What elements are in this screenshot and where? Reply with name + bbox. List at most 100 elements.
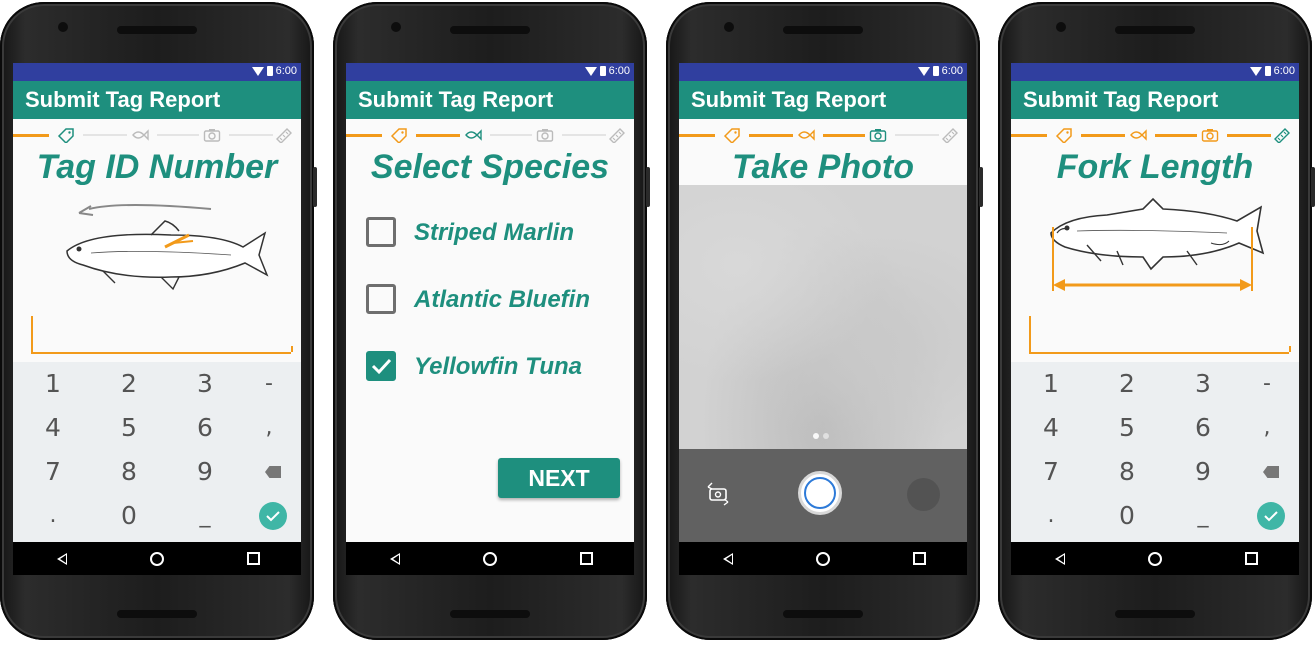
back-icon[interactable] [57,553,67,565]
ruler-icon[interactable] [941,127,959,143]
checkbox[interactable] [366,284,396,314]
backspace-icon[interactable] [265,466,281,478]
key-4[interactable]: 4 [1015,406,1087,450]
phone-fork-length: 6:00 Submit Tag Report Fork Length 1 2 3… [998,2,1315,640]
key-space[interactable]: _ [1167,494,1239,538]
key-9[interactable]: 9 [1167,450,1239,494]
key-comma[interactable]: , [1231,406,1299,450]
camera-icon[interactable] [203,127,221,143]
camera-icon[interactable] [1201,127,1219,143]
earpiece [1115,26,1195,34]
fork-length-input[interactable] [1029,316,1291,354]
phone-species: 6:00 Submit Tag Report Select Species St… [333,2,650,640]
checkbox[interactable] [366,217,396,247]
tag-id-input[interactable] [31,316,293,354]
fish-icon[interactable] [131,127,149,143]
fork-length-illustration [1050,197,1265,291]
fish-icon[interactable] [797,127,815,143]
key-comma[interactable]: , [233,406,301,450]
earpiece [450,26,530,34]
backspace-icon[interactable] [1263,466,1279,478]
photo-thumbnail[interactable] [907,478,940,511]
key-2[interactable]: 2 [93,362,165,406]
screen-photo: 6:00 Submit Tag Report Take Photo [679,63,967,575]
key-1[interactable]: 1 [17,362,89,406]
back-icon[interactable] [723,553,733,565]
front-camera [724,22,734,32]
wifi-icon [1249,67,1262,76]
earpiece [783,26,863,34]
battery-icon [1264,66,1271,76]
back-icon[interactable] [390,553,400,565]
ruler-icon[interactable] [1273,127,1291,143]
ruler-icon[interactable] [275,127,293,143]
front-camera [58,22,68,32]
fish-icon[interactable] [1129,127,1147,143]
numeric-keypad: 1 2 3 - 4 5 6 , 7 8 9 . 0 _ [13,362,301,542]
camera-icon[interactable] [536,127,554,143]
status-bar: 6:00 [1011,63,1299,81]
recents-icon[interactable] [913,552,926,565]
species-label: Striped Marlin [414,219,575,246]
ruler-icon[interactable] [608,127,626,143]
key-8[interactable]: 8 [1091,450,1163,494]
camera-viewfinder[interactable] [679,185,967,449]
key-6[interactable]: 6 [1167,406,1239,450]
tag-icon[interactable] [723,127,741,143]
recents-icon[interactable] [247,552,260,565]
step-title: Take Photo [732,148,914,186]
step-title: Fork Length [1056,148,1254,186]
done-check-icon[interactable] [1257,502,1285,530]
key-3[interactable]: 3 [1167,362,1239,406]
key-7[interactable]: 7 [1015,450,1087,494]
nav-bar [1011,542,1299,575]
key-space[interactable]: _ [169,494,241,538]
back-icon[interactable] [1055,553,1065,565]
home-icon[interactable] [1148,552,1162,566]
recents-icon[interactable] [580,552,593,565]
tag-icon[interactable] [57,127,75,143]
key-period[interactable]: . [17,494,89,538]
key-2[interactable]: 2 [1091,362,1163,406]
key-3[interactable]: 3 [169,362,241,406]
tag-icon[interactable] [1055,127,1073,143]
front-camera [1056,22,1066,32]
key-5[interactable]: 5 [1091,406,1163,450]
nav-bar [346,542,634,575]
status-bar: 6:00 [13,63,301,81]
fish-icon[interactable] [464,127,482,143]
key-minus[interactable]: - [233,362,301,406]
shutter-button[interactable] [798,471,842,515]
power-button [313,167,317,207]
species-label: Yellowfin Tuna [414,353,583,380]
switch-camera-icon[interactable] [705,481,731,507]
key-8[interactable]: 8 [93,450,165,494]
home-icon[interactable] [150,552,164,566]
key-minus[interactable]: - [1231,362,1299,406]
nav-bar [679,542,967,575]
key-period[interactable]: . [1015,494,1087,538]
fish-tag-illustration [66,204,269,291]
key-6[interactable]: 6 [169,406,241,450]
tag-icon[interactable] [390,127,408,143]
power-button [646,167,650,207]
home-icon[interactable] [816,552,830,566]
key-4[interactable]: 4 [17,406,89,450]
app-title: Submit Tag Report [346,81,634,119]
battery-icon [266,66,273,76]
phone-photo: 6:00 Submit Tag Report Take Photo [666,2,983,640]
checkbox-checked[interactable] [366,351,396,381]
recents-icon[interactable] [1245,552,1258,565]
key-0[interactable]: 0 [1091,494,1163,538]
key-9[interactable]: 9 [169,450,241,494]
key-0[interactable]: 0 [93,494,165,538]
key-7[interactable]: 7 [17,450,89,494]
numeric-keypad: 1 2 3 - 4 5 6 , 7 8 9 . 0 _ [1011,362,1299,542]
power-button [979,167,983,207]
key-5[interactable]: 5 [93,406,165,450]
key-1[interactable]: 1 [1015,362,1087,406]
next-button[interactable]: NEXT [498,458,620,498]
camera-icon[interactable] [869,127,887,143]
done-check-icon[interactable] [259,502,287,530]
home-icon[interactable] [483,552,497,566]
